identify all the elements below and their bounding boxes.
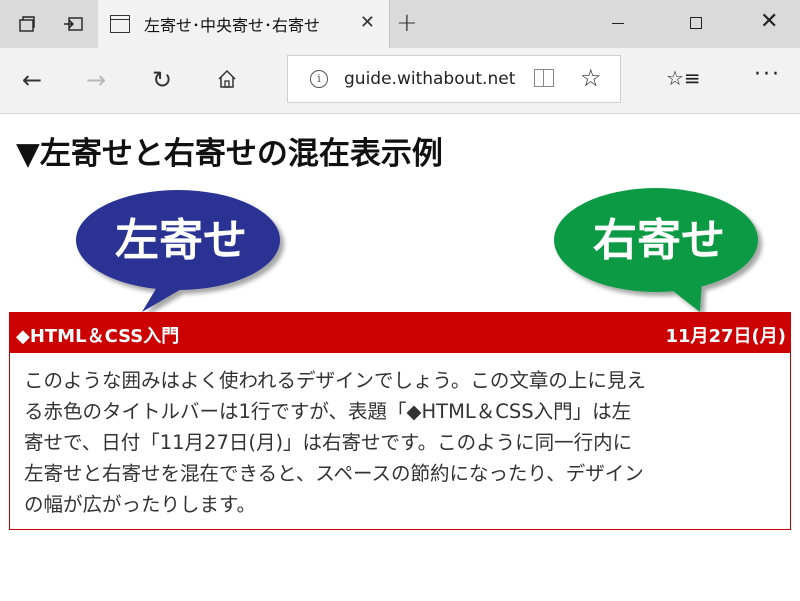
box-date: 11月27日(月) bbox=[665, 326, 786, 347]
info-icon[interactable]: i bbox=[310, 70, 328, 88]
close-icon[interactable]: ✕ bbox=[360, 12, 375, 33]
new-tab-button[interactable]: + bbox=[396, 8, 418, 38]
page-icon bbox=[110, 15, 130, 33]
box-title: ◆HTML＆CSS入門 bbox=[16, 326, 180, 347]
home-icon[interactable] bbox=[216, 66, 238, 98]
tab-title: 左寄せ･中央寄せ･右寄せ bbox=[144, 16, 321, 35]
navigation-bar: ← → ↻ i guide.withabout.net ☆ ☆≡ ··· bbox=[0, 48, 800, 114]
more-icon[interactable]: ··· bbox=[754, 62, 781, 87]
tab-manager-icon bbox=[19, 16, 35, 32]
favorite-star-icon[interactable]: ☆ bbox=[580, 64, 602, 92]
bubble-right-label: 右寄せ bbox=[593, 215, 725, 266]
forward-icon[interactable]: → bbox=[86, 64, 106, 96]
speech-bubble-right: 右寄せ bbox=[552, 184, 766, 312]
address-bar[interactable]: i guide.withabout.net ☆ bbox=[287, 55, 621, 103]
bubble-left-label: 左寄せ bbox=[115, 215, 247, 266]
minimize-icon[interactable] bbox=[612, 23, 624, 24]
favorites-hub-icon[interactable]: ☆≡ bbox=[666, 66, 701, 90]
maximize-icon[interactable] bbox=[690, 17, 702, 29]
window-close-icon[interactable]: ✕ bbox=[760, 9, 778, 34]
url-text[interactable]: guide.withabout.net bbox=[344, 69, 515, 89]
refresh-icon[interactable]: ↻ bbox=[152, 64, 172, 96]
title-bar: 左寄せ･中央寄せ･右寄せ ✕ + ✕ bbox=[0, 0, 800, 48]
box-title-bar: ◆HTML＆CSS入門 11月27日(月) bbox=[10, 313, 790, 353]
speech-bubble-left: 左寄せ bbox=[74, 188, 288, 312]
body-line: このような囲みはよく使われるデザインでしょう。この文章の上に見え bbox=[24, 369, 646, 392]
body-line: る赤色のタイトルバーは1行ですが、表題「◆HTML＆CSS入門」は左 bbox=[24, 400, 632, 423]
set-aside-tabs-icon bbox=[64, 17, 83, 31]
tab-active[interactable]: 左寄せ･中央寄せ･右寄せ ✕ bbox=[98, 0, 390, 48]
reading-view-icon[interactable] bbox=[534, 69, 554, 87]
box-body-text: このような囲みはよく使われるデザインでしょう。この文章の上に見え る赤色のタイト… bbox=[24, 365, 780, 520]
back-icon[interactable]: ← bbox=[22, 64, 42, 96]
article-box: ◆HTML＆CSS入門 11月27日(月) このような囲みはよく使われるデザイン… bbox=[9, 312, 791, 530]
body-line: の幅が広がったりします。 bbox=[24, 493, 257, 516]
body-line: 左寄せと右寄せを混在できると、スペースの節約になったり、デザイン bbox=[24, 462, 644, 485]
tab-manager-button[interactable] bbox=[4, 0, 50, 48]
page-title: ▼左寄せと右寄せの混在表示例 bbox=[16, 136, 443, 172]
body-line: 寄せで、日付「11月27日(月)」は右寄せです。このように同一行内に bbox=[24, 431, 633, 454]
set-aside-tabs-button[interactable] bbox=[50, 0, 96, 48]
